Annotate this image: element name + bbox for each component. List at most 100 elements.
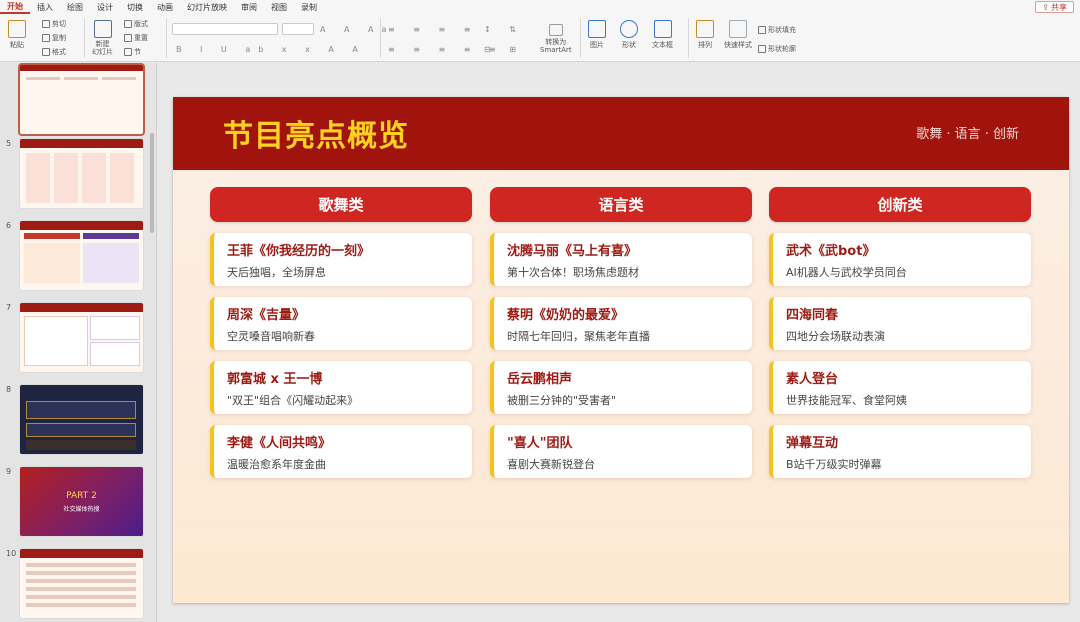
program-card[interactable]: 素人登台 世界技能冠军、食堂阿姨 — [769, 361, 1031, 414]
copy-icon — [42, 34, 50, 42]
font-family-dropdown[interactable] — [172, 23, 278, 35]
current-slide[interactable]: 节目亮点概览 歌舞 · 语言 · 创新 歌舞类 王菲《你我经历的一刻》 天后独唱… — [173, 97, 1069, 603]
slide-subtitle[interactable]: 歌舞 · 语言 · 创新 — [916, 123, 1019, 142]
program-card[interactable]: 岳云鹏相声 被删三分钟的"受害者" — [490, 361, 752, 414]
cut-button[interactable]: 剪切 — [42, 19, 66, 29]
convert-smartart-button[interactable]: 转换为 SmartArt — [540, 24, 572, 54]
section-label: 节 — [134, 48, 141, 56]
column-buttons[interactable]: ⊟ ⊞ — [484, 45, 524, 54]
tab-draw[interactable]: 绘图 — [60, 2, 90, 13]
tab-review[interactable]: 审阅 — [234, 2, 264, 13]
scissors-icon — [42, 20, 50, 28]
column-header[interactable]: 歌舞类 — [210, 187, 472, 222]
program-card[interactable]: "喜人"团队 喜剧大赛新锐登台 — [490, 425, 752, 478]
new-slide-icon — [93, 20, 112, 38]
program-card[interactable]: 郭富城 x 王一博 "双王"组合《闪耀动起来》 — [210, 361, 472, 414]
layout-label: 版式 — [134, 20, 148, 28]
slide-thumbnail-panel[interactable]: 5 6 7 8 9 PART 2 社交媒体热搜 10 — [0, 63, 157, 622]
tab-record[interactable]: 录制 — [294, 2, 324, 13]
column-innovation: 创新类 武术《武bot》 AI机器人与武校学员同台 四海同春 四地分会场联动表演… — [769, 187, 1031, 478]
column-header[interactable]: 语言类 — [490, 187, 752, 222]
list-buttons[interactable]: ≡ ≡ ≡ ≡ — [388, 25, 478, 34]
slide-thumbnail-8[interactable] — [20, 385, 143, 454]
program-card[interactable]: 周深《吉量》 空灵嗓音唱响新春 — [210, 297, 472, 350]
shape-outline-button[interactable]: 形状轮廓 — [758, 44, 796, 54]
thumb-line — [26, 571, 136, 575]
new-slide-button[interactable]: 新建 幻灯片 — [92, 20, 113, 56]
card-desc: B站千万级实时弹幕 — [786, 458, 882, 471]
tab-slideshow[interactable]: 幻灯片放映 — [180, 2, 234, 13]
card-title: 武术《武bot》 — [786, 244, 876, 259]
thumb-line — [26, 595, 136, 599]
program-card[interactable]: 武术《武bot》 AI机器人与武校学员同台 — [769, 233, 1031, 286]
program-card[interactable]: 王菲《你我经历的一刻》 天后独唱，全场屏息 — [210, 233, 472, 286]
line-spacing-buttons[interactable]: ↕ ⇅ — [484, 25, 524, 34]
card-title: 素人登台 — [786, 372, 839, 387]
slide-thumbnail-7[interactable] — [20, 303, 143, 372]
thumb-line — [26, 77, 60, 80]
thumbnail-scrollbar[interactable] — [150, 133, 154, 233]
share-icon: ⇪ — [1042, 2, 1049, 12]
font-size-controls[interactable]: A A Aa — [320, 25, 394, 34]
thumb-header-bar — [20, 303, 143, 312]
reset-button[interactable]: 重置 — [124, 33, 148, 43]
program-card[interactable]: 四海同春 四地分会场联动表演 — [769, 297, 1031, 350]
program-card[interactable]: 沈腾马丽《马上有喜》 第十次合体！职场焦虑题材 — [490, 233, 752, 286]
slide-header-bar: 节目亮点概览 歌舞 · 语言 · 创新 — [173, 97, 1069, 170]
section-icon — [124, 48, 132, 56]
slide-thumbnail-10[interactable] — [20, 549, 143, 618]
thumb-line — [64, 77, 98, 80]
textbox-icon — [653, 20, 672, 38]
program-card[interactable]: 弹幕互动 B站千万级实时弹幕 — [769, 425, 1031, 478]
picture-button[interactable]: 图片 — [588, 20, 606, 50]
text-format-buttons[interactable]: B I U ab x x A A — [176, 45, 366, 54]
textbox-button[interactable]: 文本框 — [652, 20, 673, 50]
card-title: 王菲《你我经历的一刻》 — [227, 244, 371, 259]
slide-thumbnail-6[interactable] — [20, 221, 143, 290]
arrange-button[interactable]: 排列 — [696, 20, 714, 50]
tab-design[interactable]: 设计 — [90, 2, 120, 13]
share-button[interactable]: ⇪ 共享 — [1035, 1, 1074, 13]
quick-styles-button[interactable]: 快速样式 — [724, 20, 752, 50]
layout-button[interactable]: 版式 — [124, 19, 148, 29]
reset-icon — [124, 34, 132, 42]
copy-label: 复制 — [52, 34, 66, 42]
slide-thumbnail-5[interactable] — [20, 139, 143, 208]
textbox-label: 文本框 — [652, 41, 673, 49]
column-header[interactable]: 创新类 — [769, 187, 1031, 222]
slide-title[interactable]: 节目亮点概览 — [223, 111, 409, 155]
format-painter-button[interactable]: 格式 — [42, 47, 66, 57]
share-label: 共享 — [1051, 2, 1067, 12]
section-button[interactable]: 节 — [124, 47, 141, 57]
thumb-card — [26, 153, 50, 203]
tab-view[interactable]: 视图 — [264, 2, 294, 13]
card-desc: 时隔七年回归，聚焦老年直播 — [507, 330, 650, 343]
slide-thumbnail-4[interactable] — [18, 63, 145, 136]
shape-button[interactable]: 形状 — [620, 20, 638, 50]
slide-number: 5 — [6, 139, 12, 148]
tab-transitions[interactable]: 切换 — [120, 2, 150, 13]
copy-button[interactable]: 复制 — [42, 33, 66, 43]
program-card[interactable]: 蔡明《奶奶的最爱》 时隔七年回归，聚焦老年直播 — [490, 297, 752, 350]
tab-animations[interactable]: 动画 — [150, 2, 180, 13]
slide-thumbnail-9[interactable]: PART 2 社交媒体热搜 — [20, 467, 143, 536]
font-size-dropdown[interactable] — [282, 23, 314, 35]
format-label: 格式 — [52, 48, 66, 56]
shapes-icon — [620, 20, 638, 38]
paste-button[interactable]: 粘贴 — [8, 20, 26, 50]
thumb-block — [90, 316, 140, 340]
tab-insert[interactable]: 插入 — [30, 2, 60, 13]
thumb-header-bar — [20, 549, 143, 558]
thumb-line — [26, 603, 136, 607]
tab-home[interactable]: 开始 — [0, 1, 30, 14]
paste-label: 粘贴 — [10, 41, 24, 49]
shape-fill-button[interactable]: 形状填充 — [758, 25, 796, 35]
thumb-line — [102, 77, 136, 80]
convert-smartart-label: 转换为 SmartArt — [540, 38, 572, 54]
card-title: 弹幕互动 — [786, 436, 839, 451]
card-desc: 喜剧大赛新锐登台 — [507, 458, 595, 471]
reset-label: 重置 — [134, 34, 148, 42]
slide-number: 8 — [6, 385, 12, 394]
program-card[interactable]: 李健《人间共鸣》 温暖治愈系年度金曲 — [210, 425, 472, 478]
thumb-block — [90, 342, 140, 366]
